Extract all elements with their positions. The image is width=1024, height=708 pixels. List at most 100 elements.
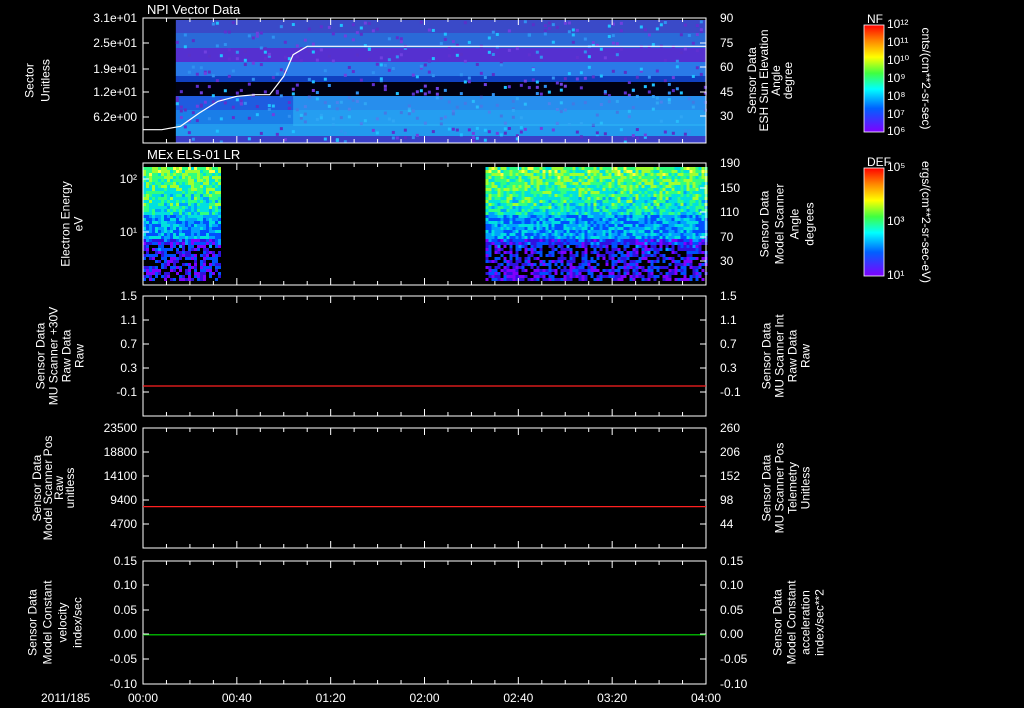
els-cell (506, 167, 510, 170)
els-cell (668, 209, 672, 212)
y-tick-label: 0.15 (114, 554, 138, 568)
els-cell (566, 203, 570, 206)
els-cell (191, 278, 194, 281)
els-cell (530, 206, 534, 209)
els-cell (584, 203, 588, 206)
els-cell (629, 188, 633, 191)
els-cell (569, 176, 573, 179)
els-cell (164, 176, 167, 179)
els-cell (188, 215, 191, 218)
els-cell (557, 218, 561, 221)
els-cell (515, 188, 519, 191)
els-cell (671, 179, 675, 182)
els-cell (152, 185, 155, 188)
els-cell (485, 203, 489, 206)
els-cell (608, 188, 612, 191)
els-cell (500, 233, 504, 236)
els-cell (668, 269, 672, 272)
npi-speckle (227, 74, 231, 78)
npi-speckle (543, 84, 547, 88)
els-cell (509, 224, 513, 227)
els-cell (545, 239, 549, 242)
els-cell (551, 170, 555, 173)
els-cell (554, 197, 558, 200)
els-cell (683, 239, 687, 242)
els-cell (689, 212, 693, 215)
els-cell (509, 239, 513, 242)
els-cell (194, 215, 197, 218)
els-cell (536, 227, 540, 230)
els-cell (635, 194, 639, 197)
els-cell (191, 209, 194, 212)
els-cell (593, 224, 597, 227)
els-cell (668, 224, 672, 227)
npi-speckle (183, 108, 187, 112)
els-cell (524, 200, 528, 203)
npi-speckle (319, 25, 323, 29)
els-cell (491, 233, 495, 236)
els-cell (692, 185, 696, 188)
els-cell (506, 242, 510, 245)
els-cell (644, 191, 648, 194)
els-cell (212, 167, 215, 170)
npi-speckle (231, 116, 235, 120)
els-cell (548, 209, 552, 212)
npi-speckle (507, 85, 511, 89)
els-cell (695, 275, 699, 278)
els-cell (650, 188, 654, 191)
els-cell (596, 233, 600, 236)
els-cell (584, 227, 588, 230)
els-cell (188, 185, 191, 188)
npi-speckle (427, 59, 431, 63)
els-cell (212, 227, 215, 230)
els-cell (584, 194, 588, 197)
els-cell (620, 200, 624, 203)
els-cell (611, 254, 615, 257)
els-cell (593, 167, 597, 170)
els-cell (179, 167, 182, 170)
els-cell (206, 203, 209, 206)
els-cell (641, 167, 645, 170)
els-cell (521, 179, 525, 182)
els-cell (182, 215, 185, 218)
els-cell (518, 257, 522, 260)
els-cell (593, 170, 597, 173)
els-cell (680, 242, 684, 245)
els-cell (695, 203, 699, 206)
npi-speckle (435, 86, 439, 90)
npi-speckle (327, 83, 331, 87)
els-cell (617, 185, 621, 188)
els-cell (629, 200, 633, 203)
els-cell (485, 215, 489, 218)
npi-speckle (359, 26, 363, 30)
axis-label: Unitless (799, 467, 813, 510)
els-cell (674, 242, 678, 245)
npi-speckle (459, 92, 463, 96)
els-cell (167, 272, 170, 275)
els-cell (572, 200, 576, 203)
els-cell (701, 194, 705, 197)
els-cell (605, 224, 609, 227)
els-cell (497, 170, 501, 173)
npi-speckle (567, 30, 571, 34)
els-cell (665, 206, 669, 209)
els-cell (692, 248, 696, 251)
els-cell (560, 173, 564, 176)
els-cell (614, 182, 618, 185)
els-cell (599, 221, 603, 224)
els-cell (659, 236, 663, 239)
els-cell (179, 188, 182, 191)
els-cell (497, 257, 501, 260)
els-cell (518, 242, 522, 245)
els-cell (146, 248, 149, 251)
els-cell (170, 239, 173, 242)
els-cell (653, 260, 657, 263)
els-cell (188, 269, 191, 272)
els-cell (149, 170, 152, 173)
els-cell (584, 167, 588, 170)
els-cell (599, 278, 603, 281)
els-cell (569, 263, 573, 266)
els-cell (548, 176, 552, 179)
els-cell (614, 227, 618, 230)
els-cell (569, 221, 573, 224)
